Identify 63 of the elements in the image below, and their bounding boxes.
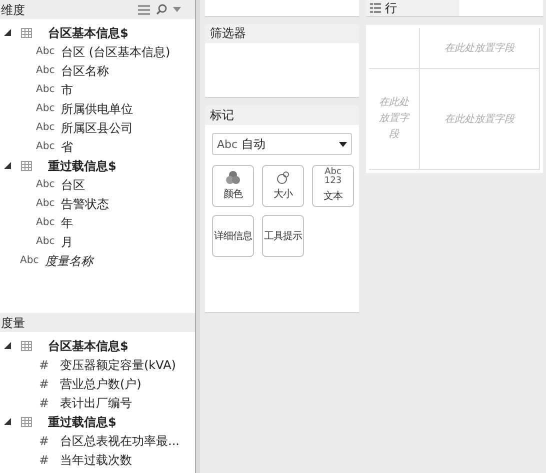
- text-icon-label: Abc 123: [324, 168, 342, 186]
- list-icon: [370, 3, 381, 13]
- field-type-label: Abc: [36, 121, 56, 135]
- mark-property-button[interactable]: 颜色: [212, 165, 254, 207]
- field-name[interactable]: 表计出厂编号: [60, 394, 132, 412]
- mark-type-dropdown[interactable]: Abc 自动: [212, 133, 352, 155]
- field-name[interactable]: 台区名称: [61, 62, 109, 80]
- field-type-label: Abc: [36, 178, 56, 192]
- field-type-label: #: [38, 432, 50, 450]
- section-title: 维度: [1, 2, 25, 18]
- table-icon: [21, 416, 32, 426]
- field-name[interactable]: 所属供电单位: [61, 100, 133, 118]
- field-name[interactable]: 变压器额定容量(kVA): [60, 356, 176, 374]
- field-name[interactable]: 省: [61, 138, 73, 156]
- filters-title: 筛选器: [205, 24, 359, 43]
- field-name[interactable]: 台区 (台区基本信息): [61, 42, 170, 60]
- marks-title: 标记: [205, 105, 359, 125]
- field-type-label: Abc: [20, 254, 40, 268]
- field-type-label: Abc: [36, 197, 56, 211]
- field-name[interactable]: 台区总表视在功率最...: [60, 432, 180, 450]
- field-name[interactable]: 市: [61, 80, 73, 98]
- shelf-title: 行: [385, 0, 397, 17]
- table-name[interactable]: 重过载信息$: [48, 412, 116, 430]
- field-type-label: Abc: [36, 45, 56, 59]
- table-name[interactable]: 台区基本信息$: [48, 24, 128, 42]
- field-type-label: #: [38, 394, 50, 412]
- empty-corner-cell: [369, 28, 420, 69]
- field-type-label: Abc: [36, 235, 56, 249]
- field-type-label: Abc: [36, 102, 56, 116]
- field-name[interactable]: 当年过载次数: [60, 450, 132, 468]
- field-type-label: #: [38, 452, 50, 468]
- table-name[interactable]: 台区基本信息$: [48, 336, 128, 354]
- table-name[interactable]: 重过载信息$: [48, 156, 116, 174]
- field-name[interactable]: 台区: [61, 176, 85, 194]
- expand-triangle-icon[interactable]: [4, 29, 11, 36]
- field-type-label: #: [38, 356, 50, 374]
- mark-property-button[interactable]: Abc 123 文本: [312, 165, 354, 207]
- table-icon: [21, 340, 32, 350]
- section-title: 度量: [1, 314, 25, 332]
- field-name[interactable]: 所属区县公司: [61, 118, 133, 136]
- field-name[interactable]: 年: [61, 214, 73, 232]
- color-circles-icon: [226, 170, 240, 184]
- expand-triangle-icon[interactable]: [4, 342, 11, 349]
- expand-triangle-icon[interactable]: [4, 162, 11, 169]
- mark-property-button[interactable]: 详细信息: [212, 215, 254, 257]
- caret-icon: [339, 142, 347, 146]
- field-name[interactable]: 度量名称: [45, 252, 93, 270]
- field-name[interactable]: 营业总户数(户): [60, 374, 142, 392]
- field-type-label: Abc: [36, 140, 56, 154]
- table-icon: [21, 160, 32, 170]
- field-type-label: #: [38, 376, 50, 392]
- table-icon: [21, 28, 32, 38]
- mark-property-button[interactable]: 大小: [262, 165, 304, 207]
- size-circles-icon: [276, 170, 290, 184]
- search-icon[interactable]: [156, 4, 167, 15]
- dropdown-caret-icon[interactable]: [173, 7, 181, 12]
- field-type-label: Abc: [36, 64, 56, 78]
- field-name[interactable]: 月: [61, 232, 73, 250]
- field-type-label: Abc: [36, 216, 56, 230]
- mark-property-button[interactable]: 工具提示: [262, 215, 304, 257]
- field-type-label: Abc: [36, 83, 56, 97]
- expand-triangle-icon[interactable]: [4, 418, 11, 425]
- field-name[interactable]: 告警状态: [61, 194, 109, 212]
